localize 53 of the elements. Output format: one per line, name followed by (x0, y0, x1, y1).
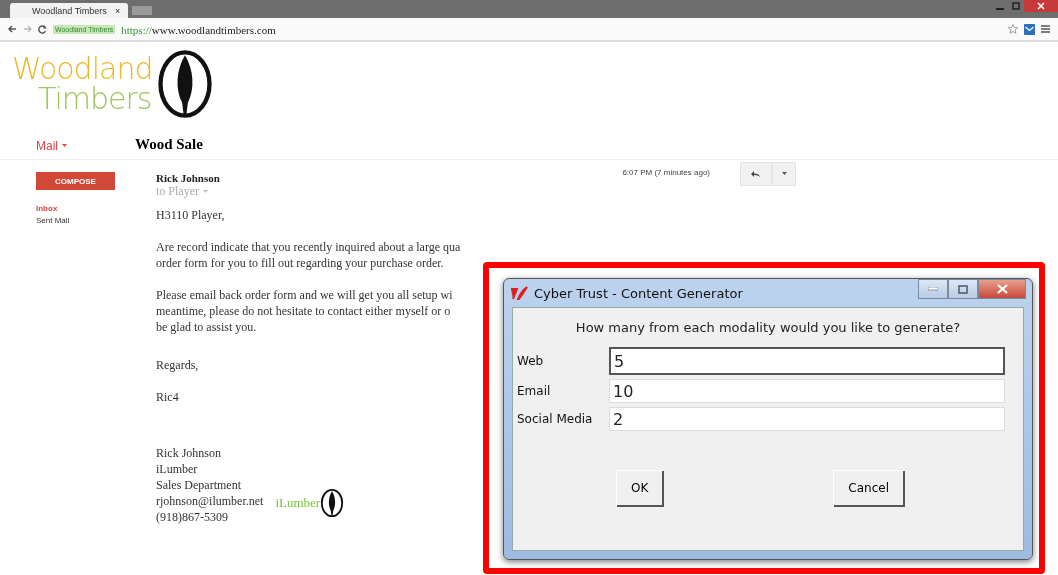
dialog-question: How many from each modality would you like to generate? (574, 320, 962, 335)
maximize-icon[interactable] (948, 279, 978, 299)
signature-line: (918)867-5309 (156, 509, 228, 525)
number-field[interactable]: 10 (609, 379, 1005, 403)
closing-text: Regards, (156, 357, 199, 373)
back-icon[interactable] (8, 25, 17, 33)
caret-icon (781, 172, 787, 176)
folder-link[interactable]: Sent Mail (36, 216, 70, 225)
close-icon[interactable] (978, 279, 1026, 299)
site-logo-text: Woodland Timbers (12, 54, 153, 114)
forward-icon[interactable] (23, 25, 32, 33)
dialog-title: Cyber Trust - Content Generator (534, 285, 743, 301)
dialog-button[interactable]: Cancel (834, 471, 905, 507)
body-text: be glad to assist you. (156, 319, 257, 335)
greeting-text: H3110 Player, (156, 207, 225, 223)
body-text: Please email back order form and we will get you all setup wi (156, 287, 453, 303)
reply-icon (751, 170, 761, 178)
signature-logo-text: iLumber (275, 495, 321, 511)
signature-line: rjohnson@ilumber.net (156, 493, 264, 509)
signature-line: Rick Johnson (156, 445, 221, 461)
menu-icon[interactable] (1041, 24, 1050, 34)
message-time: 6:07 PM (7 minutes ago) (622, 168, 710, 177)
address-text[interactable]: https://www.woodlandtimbers.com (121, 20, 276, 38)
reload-icon[interactable] (38, 24, 47, 34)
signature-line: iLumber (156, 461, 198, 477)
tree-logo-icon (320, 487, 345, 519)
field-label: Social Media (517, 412, 594, 426)
compose-button[interactable]: COMPOSE (36, 172, 115, 190)
field-label: Email (517, 384, 552, 398)
field-label: Web (517, 354, 545, 368)
reply-button[interactable] (740, 162, 772, 186)
dialog-button[interactable]: OK (617, 471, 665, 507)
number-field[interactable]: 2 (609, 407, 1005, 431)
sender-name: Rick Johnson (156, 172, 220, 184)
close-icon[interactable] (1024, 0, 1058, 12)
browser-tab[interactable]: Woodland Timbers × (10, 3, 129, 18)
mail-menu[interactable]: Mail (36, 139, 58, 153)
minimize-icon[interactable] (918, 279, 948, 299)
email-subject: Wood Sale (135, 136, 203, 153)
star-icon[interactable] (1008, 24, 1018, 34)
new-tab-button[interactable] (132, 6, 153, 15)
caret-icon (62, 144, 67, 148)
signature-line: Sales Department (156, 477, 241, 493)
body-text: Are record indicate that you recently inquired about a large qua (156, 239, 461, 255)
folder-link[interactable]: Inbox (36, 204, 58, 213)
body-text: meantime, please do not hesitate to contact either myself or o (156, 303, 451, 319)
caret-icon[interactable] (203, 189, 208, 194)
sender-signoff: Ric4 (156, 389, 179, 405)
body-text: order form for you to fill out regarding your purchase order. (156, 255, 444, 271)
number-field[interactable]: 5 (609, 347, 1005, 375)
tree-logo-icon (156, 48, 215, 120)
recipient-text: to Player (156, 184, 199, 199)
mail-icon[interactable] (1024, 23, 1035, 35)
